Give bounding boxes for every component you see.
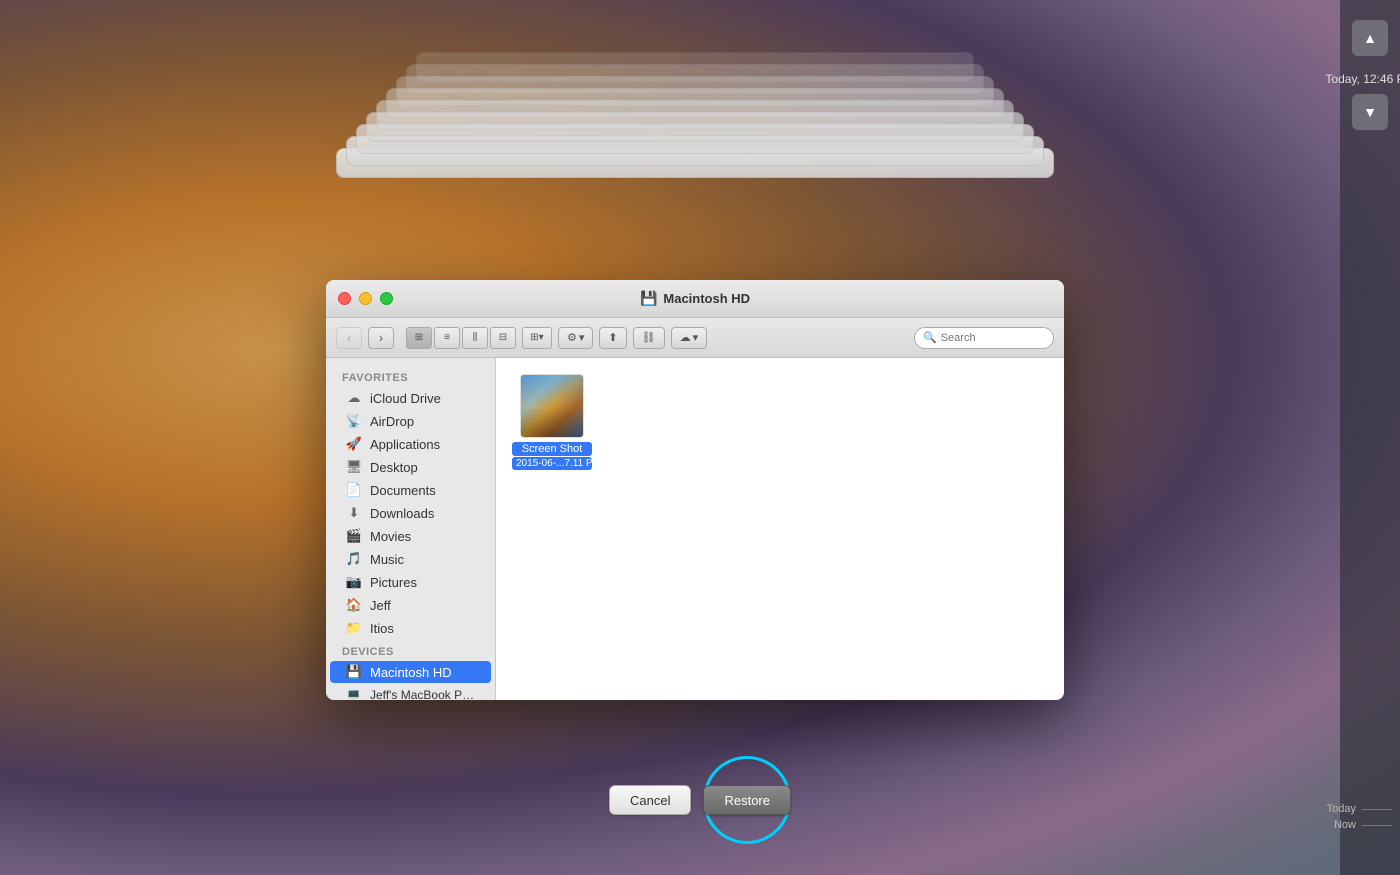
sidebar-item-jeffs-macbook[interactable]: 💻 Jeff's MacBook Pr... [330, 684, 491, 700]
cancel-button[interactable]: Cancel [609, 785, 691, 815]
column-view-button[interactable]: ⫼ [462, 327, 488, 349]
window-body: FAVORITES ☁ iCloud Drive 📡 AirDrop 🚀 App… [326, 358, 1064, 700]
sidebar-label: AirDrop [370, 414, 414, 429]
window-title-text: Macintosh HD [663, 291, 750, 306]
sidebar: FAVORITES ☁ iCloud Drive 📡 AirDrop 🚀 App… [326, 358, 496, 700]
toolbar: ‹ › ⊞ ≡ ⫼ ⊟ ⊞▾ ⚙ ▾ ⬆ ⛓ ☁ ▾ 🔍 [326, 318, 1064, 358]
sidebar-label: Pictures [370, 575, 417, 590]
sidebar-label: iCloud Drive [370, 391, 441, 406]
file-item-screenshot[interactable]: Screen Shot 2015-06-...7.11 PM [512, 374, 592, 470]
screenshot-preview-image [521, 375, 583, 437]
cloud-icon: ☁ [680, 331, 691, 344]
arrange-dropdown[interactable]: ⊞▾ [522, 327, 552, 349]
gear-icon: ⚙ [567, 331, 577, 344]
window-title: 💾 Macintosh HD [640, 290, 750, 307]
airdrop-icon: 📡 [346, 413, 362, 429]
sidebar-label: Macintosh HD [370, 665, 452, 680]
devices-section-label: Devices [326, 640, 495, 660]
home-icon: 🏠 [346, 597, 362, 613]
sidebar-label: Documents [370, 483, 436, 498]
file-area[interactable]: Screen Shot 2015-06-...7.11 PM [496, 358, 1064, 700]
icon-view-button[interactable]: ⊞ [406, 327, 432, 349]
share-icon: ⬆ [608, 331, 617, 344]
today-label: Today [1327, 803, 1392, 815]
link-button[interactable]: ⛓ [633, 327, 665, 349]
sidebar-item-movies[interactable]: 🎬 Movies [330, 525, 491, 547]
pictures-icon: 📷 [346, 574, 362, 590]
minimize-button[interactable] [359, 292, 372, 305]
action-button[interactable]: ⚙ ▾ [558, 327, 593, 349]
sidebar-label: Desktop [370, 460, 418, 475]
sidebar-item-desktop[interactable]: 🖥 Desktop [330, 456, 491, 478]
restore-button[interactable]: Restore [703, 785, 791, 815]
sidebar-label: Downloads [370, 506, 434, 521]
downloads-icon: ⬇ [346, 505, 362, 521]
view-buttons: ⊞ ≡ ⫼ ⊟ [406, 327, 516, 349]
sidebar-item-macintosh-hd[interactable]: 💾 Macintosh HD [330, 661, 491, 683]
sidebar-label: Jeff's MacBook Pr... [370, 688, 475, 700]
search-input[interactable] [941, 332, 1045, 344]
cloud-arrow: ▾ [693, 331, 699, 344]
list-view-button[interactable]: ≡ [434, 327, 460, 349]
sidebar-item-music[interactable]: 🎵 Music [330, 548, 491, 570]
now-label: Now [1327, 819, 1392, 831]
scroll-up-button[interactable]: ▲ [1352, 20, 1388, 56]
forward-button[interactable]: › [368, 327, 394, 349]
sidebar-label: Jeff [370, 598, 391, 613]
restore-button-wrapper: Restore [703, 785, 791, 815]
sidebar-item-icloud-drive[interactable]: ☁ iCloud Drive [330, 387, 491, 409]
sidebar-item-airdrop[interactable]: 📡 AirDrop [330, 410, 491, 432]
search-box: 🔍 [914, 327, 1054, 349]
sidebar-item-downloads[interactable]: ⬇ Downloads [330, 502, 491, 524]
macbook-icon: 💻 [346, 687, 362, 700]
close-button[interactable] [338, 292, 351, 305]
sidebar-label: Itios [370, 621, 394, 636]
maximize-button[interactable] [380, 292, 393, 305]
finder-window: 💾 Macintosh HD ‹ › ⊞ ≡ ⫼ ⊟ ⊞▾ ⚙ ▾ ⬆ ⛓ ☁ … [326, 280, 1064, 700]
cover-view-button[interactable]: ⊟ [490, 327, 516, 349]
dialog-buttons: Cancel Restore [609, 785, 791, 815]
sidebar-label: Music [370, 552, 404, 567]
cloud-button[interactable]: ☁ ▾ [671, 327, 708, 349]
sidebar-label: Applications [370, 437, 440, 452]
sidebar-item-pictures[interactable]: 📷 Pictures [330, 571, 491, 593]
time-label: Today, 12:46 PM [1325, 72, 1400, 86]
music-icon: 🎵 [346, 551, 362, 567]
back-button[interactable]: ‹ [336, 327, 362, 349]
file-name-line1: Screen Shot [512, 442, 592, 456]
search-icon: 🔍 [923, 331, 937, 344]
scroll-down-button[interactable]: ▼ [1352, 94, 1388, 130]
documents-icon: 📄 [346, 482, 362, 498]
folder-icon: 📁 [346, 620, 362, 636]
window-controls [338, 292, 393, 305]
file-name-line2: 2015-06-...7.11 PM [512, 457, 592, 470]
timeline-labels: Today Now [1327, 803, 1392, 835]
sidebar-item-jeff[interactable]: 🏠 Jeff [330, 594, 491, 616]
favorites-section-label: FAVORITES [326, 366, 495, 386]
desktop-icon: 🖥 [346, 459, 362, 475]
icloud-icon: ☁ [346, 390, 362, 406]
hd-icon: 💾 [640, 290, 657, 307]
sidebar-label: Movies [370, 529, 411, 544]
title-bar: 💾 Macintosh HD [326, 280, 1064, 318]
applications-icon: 🚀 [346, 436, 362, 452]
file-thumbnail [520, 374, 584, 438]
hd-device-icon: 💾 [346, 664, 362, 680]
right-panel: ▲ Today, 12:46 PM ▼ [1340, 0, 1400, 875]
sidebar-item-itios[interactable]: 📁 Itios [330, 617, 491, 639]
share-button[interactable]: ⬆ [599, 327, 626, 349]
sidebar-item-applications[interactable]: 🚀 Applications [330, 433, 491, 455]
movies-icon: 🎬 [346, 528, 362, 544]
stack-layer-9 [416, 52, 974, 82]
sidebar-item-documents[interactable]: 📄 Documents [330, 479, 491, 501]
action-arrow: ▾ [579, 331, 585, 344]
link-icon: ⛓ [642, 331, 656, 344]
